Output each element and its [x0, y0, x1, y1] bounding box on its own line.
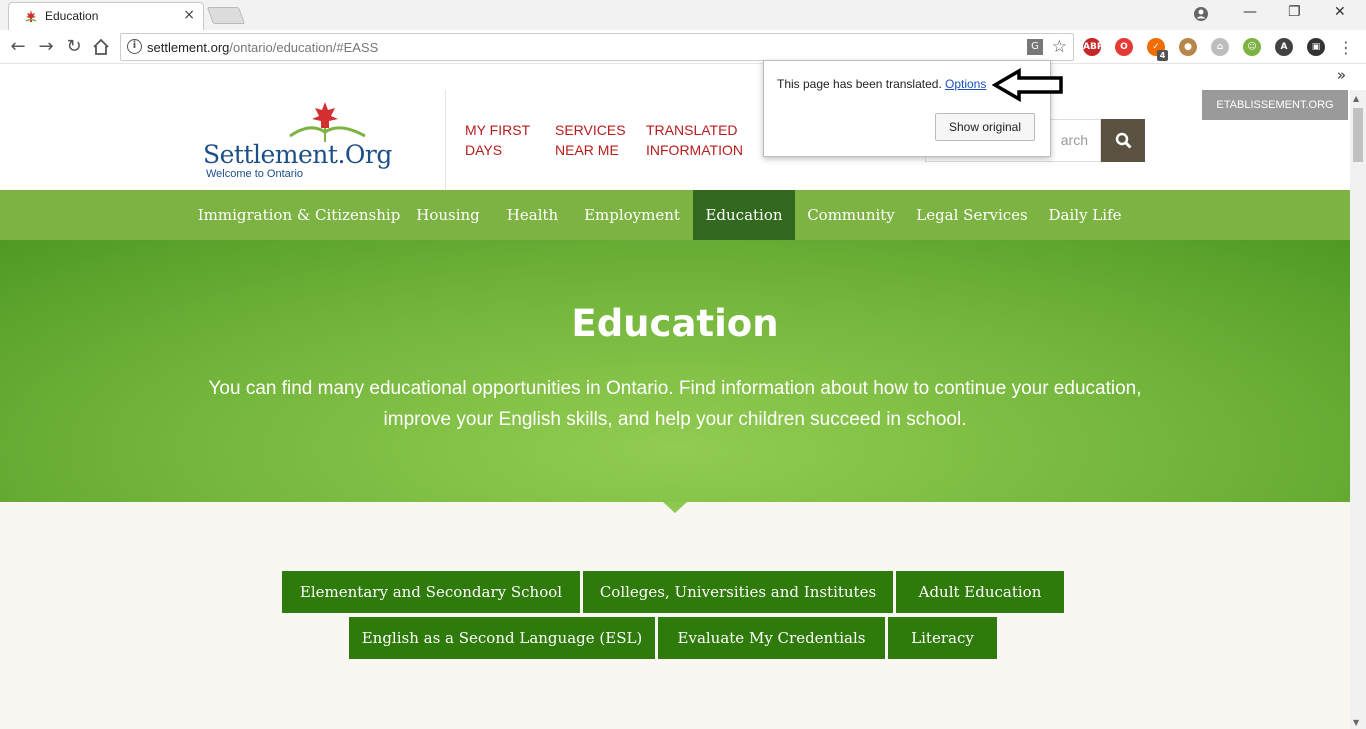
- main-navigation: Immigration & Citizenship Housing Health…: [0, 190, 1350, 240]
- page-title: Education: [571, 302, 779, 345]
- header-divider: [445, 90, 446, 190]
- extension-icon-6[interactable]: A: [1275, 38, 1293, 56]
- bookmark-star-icon[interactable]: ☆: [1052, 37, 1067, 57]
- search-button[interactable]: [1101, 119, 1145, 162]
- site-header: Settlement.Org Welcome to Ontario MY FIR…: [0, 90, 1350, 190]
- tab-strip: Education × — ❐ ✕: [0, 0, 1366, 30]
- search-placeholder: arch: [1060, 132, 1088, 148]
- extension-icon-7[interactable]: ▣: [1307, 38, 1325, 56]
- nav-item-community[interactable]: Community: [797, 190, 905, 240]
- logo-tagline: Welcome to Ontario: [206, 168, 304, 180]
- new-tab-button[interactable]: [206, 7, 246, 24]
- extension-icon-0[interactable]: ABP: [1083, 38, 1103, 56]
- back-arrow-icon[interactable]: ←: [6, 35, 30, 59]
- header-link-services-near-me[interactable]: SERVICES NEAR ME: [555, 120, 626, 160]
- subsection-adult-education-button[interactable]: Adult Education: [896, 571, 1064, 613]
- subsection-literacy-button[interactable]: Literacy: [888, 617, 997, 659]
- reload-icon[interactable]: ↻: [62, 35, 86, 59]
- page-description: You can find many educational opportunit…: [208, 378, 1142, 430]
- header-link-translated-information[interactable]: TRANSLATED INFORMATION: [646, 120, 743, 160]
- profile-icon[interactable]: [1193, 6, 1209, 22]
- language-switch-tab[interactable]: ETABLISSEMENT.ORG: [1202, 90, 1348, 120]
- extension-icon-5[interactable]: ☺: [1243, 38, 1261, 56]
- subsection-credentials-button[interactable]: Evaluate My Credentials: [658, 617, 885, 659]
- extension-badge: 4: [1157, 50, 1168, 61]
- translate-icon[interactable]: G: [1027, 39, 1043, 55]
- maple-leaf-logo-icon: [289, 102, 366, 142]
- scroll-up-icon[interactable]: ▲: [1353, 94, 1359, 103]
- nav-item-immigration[interactable]: Immigration & Citizenship: [196, 190, 402, 240]
- browser-menu-icon[interactable]: ⋮: [1338, 38, 1354, 57]
- subsection-elementary-secondary-button[interactable]: Elementary and Secondary School: [282, 571, 580, 613]
- browser-tab[interactable]: Education ×: [8, 2, 204, 30]
- extension-icon-4[interactable]: ⌂: [1211, 38, 1229, 56]
- extension-icon-3[interactable]: ●: [1179, 38, 1197, 56]
- tab-close-icon[interactable]: ×: [183, 7, 195, 23]
- bookmarks-overflow-icon[interactable]: »: [1337, 66, 1346, 84]
- hero-pointer-arrow: [663, 502, 687, 513]
- home-icon[interactable]: [92, 38, 110, 56]
- logo-wordmark: Settlement.Org: [203, 140, 392, 169]
- hero-banner: Education You can find many educational …: [0, 240, 1350, 502]
- site-logo[interactable]: Settlement.Org Welcome to Ontario: [203, 102, 392, 180]
- translate-options-link[interactable]: Options: [945, 77, 986, 91]
- show-original-button[interactable]: Show original: [935, 113, 1035, 141]
- site-info-icon[interactable]: i: [127, 39, 142, 54]
- annotation-arrow-icon: [992, 68, 1063, 102]
- minimize-button[interactable]: —: [1243, 4, 1257, 20]
- address-bar[interactable]: i settlement.org/ontario/education/#EASS…: [120, 33, 1074, 61]
- page-scrollbar[interactable]: ▲ ▼: [1350, 90, 1366, 729]
- restore-button[interactable]: ❐: [1288, 4, 1301, 20]
- scroll-down-icon[interactable]: ▼: [1353, 718, 1359, 727]
- nav-item-employment[interactable]: Employment: [573, 190, 691, 240]
- subsection-esl-button[interactable]: English as a Second Language (ESL): [349, 617, 655, 659]
- nav-item-daily-life[interactable]: Daily Life: [1039, 190, 1131, 240]
- maple-leaf-favicon-icon: [25, 10, 37, 22]
- search-icon: [1115, 132, 1132, 149]
- nav-item-education[interactable]: Education: [693, 190, 795, 240]
- web-page: Settlement.Org Welcome to Ontario MY FIR…: [0, 90, 1350, 729]
- bookmarks-bar: »: [0, 64, 1366, 90]
- forward-arrow-icon[interactable]: →: [34, 35, 58, 59]
- url-text: settlement.org/ontario/education/#EASS: [147, 40, 379, 55]
- scrollbar-thumb[interactable]: [1353, 108, 1363, 162]
- close-window-button[interactable]: ✕: [1334, 4, 1346, 20]
- header-link-my-first-days[interactable]: MY FIRST DAYS: [465, 120, 530, 160]
- subsection-colleges-button[interactable]: Colleges, Universities and Institutes: [583, 571, 893, 613]
- browser-toolbar: ← → ↻ i settlement.org/ontario/education…: [0, 30, 1366, 64]
- translate-message: This page has been translated.: [777, 77, 942, 91]
- extension-icon-1[interactable]: O: [1115, 38, 1133, 56]
- tab-title: Education: [45, 9, 99, 23]
- nav-item-housing[interactable]: Housing: [404, 190, 492, 240]
- nav-item-legal-services[interactable]: Legal Services: [907, 190, 1037, 240]
- nav-item-health[interactable]: Health: [494, 190, 571, 240]
